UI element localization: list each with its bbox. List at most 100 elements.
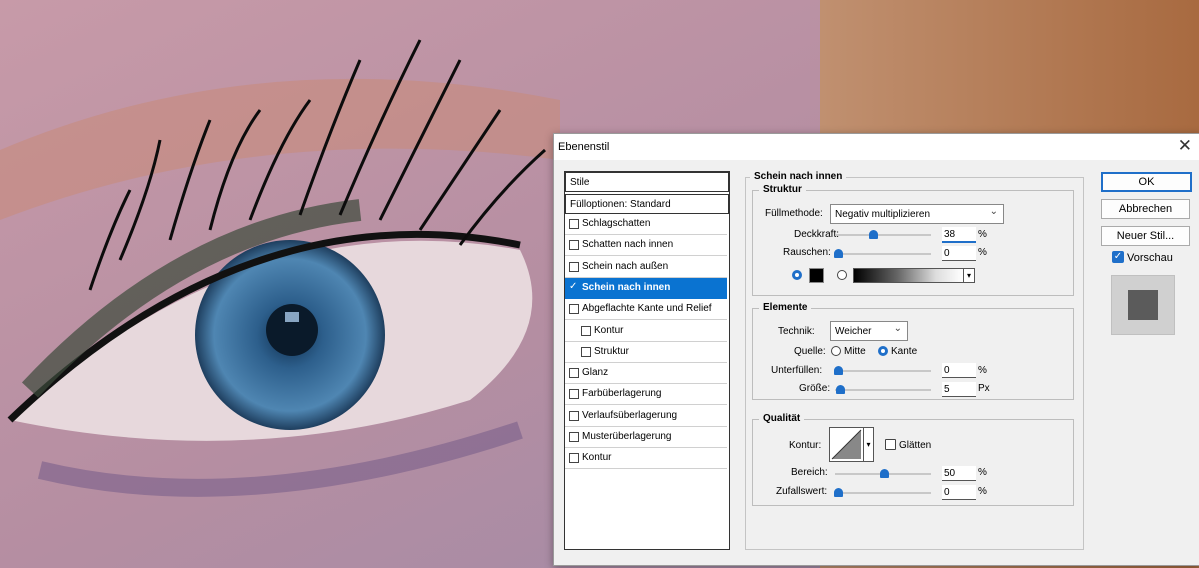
style-item-2[interactable]: Schatten nach innen <box>565 235 727 257</box>
size-slider-thumb[interactable] <box>835 385 845 394</box>
style-item-label: Farbüberlagerung <box>582 388 662 400</box>
range-label: Bereich: <box>791 467 828 478</box>
styles-list-header[interactable]: Stile <box>565 172 729 192</box>
inner-glow-title: Schein nach innen <box>750 171 847 182</box>
style-item-6[interactable]: Kontur <box>565 321 727 342</box>
opacity-slider-thumb[interactable] <box>868 230 878 239</box>
technique-select[interactable]: Weicher ⌄ <box>830 321 908 341</box>
style-checkbox[interactable] <box>569 261 579 272</box>
style-item-3[interactable]: Schein nach außen <box>565 257 727 278</box>
jitter-percent: % <box>978 486 987 497</box>
style-item-5[interactable]: Abgeflachte Kante und Relief <box>565 299 727 321</box>
style-item-label: Verlaufsüberlagerung <box>582 409 678 421</box>
glow-color-swatch[interactable] <box>809 268 824 283</box>
style-item-12[interactable]: Kontur <box>565 448 727 470</box>
style-item-11[interactable]: Musterüberlagerung <box>565 427 727 448</box>
gradient-radio[interactable] <box>837 270 847 280</box>
noise-label: Rauschen: <box>783 247 831 258</box>
source-label: Quelle: <box>794 346 826 357</box>
jitter-slider[interactable] <box>835 492 931 494</box>
style-item-label: Schlagschatten <box>582 218 651 229</box>
range-input[interactable] <box>942 466 976 481</box>
style-item-4[interactable]: ✓ Schein nach innen <box>565 277 727 299</box>
style-item-label: Schein nach außen <box>582 260 669 272</box>
new-style-button[interactable]: Neuer Stil... <box>1101 226 1190 246</box>
preview-label: Vorschau <box>1127 252 1173 264</box>
technique-label: Technik: <box>778 326 815 337</box>
opacity-slider[interactable] <box>835 234 931 236</box>
style-checkbox[interactable] <box>581 346 591 357</box>
source-edge-radio[interactable] <box>878 346 888 356</box>
preview-thumbnail <box>1111 275 1175 335</box>
gradient-picker[interactable] <box>853 268 964 283</box>
source-center-radio[interactable] <box>831 346 841 356</box>
jitter-slider-thumb[interactable] <box>834 488 843 497</box>
style-item-label: Kontur <box>594 324 624 336</box>
style-checkbox[interactable] <box>569 432 579 442</box>
range-slider-thumb[interactable] <box>880 469 889 478</box>
style-item-8[interactable]: Glanz <box>565 363 727 385</box>
jitter-label: Zufallswert: <box>776 486 828 497</box>
check-icon[interactable]: ✓ <box>569 281 577 292</box>
noise-input[interactable] <box>942 246 976 261</box>
size-slider[interactable] <box>835 389 931 391</box>
style-checkbox[interactable] <box>569 304 579 315</box>
source-edge-label: Kante <box>891 346 918 357</box>
chevron-down-icon: ⌄ <box>989 206 998 217</box>
style-item-label: Abgeflachte Kante und Relief <box>582 303 712 315</box>
blend-mode-label: Füllmethode: <box>765 208 823 219</box>
styles-list: Stile Fülloptionen: Standard Schlagschat… <box>564 171 730 550</box>
layer-style-dialog: Ebenenstil ✕ Stile Fülloptionen: Standar… <box>553 133 1199 566</box>
style-item-7[interactable]: Struktur <box>565 342 727 363</box>
cancel-button[interactable]: Abbrechen <box>1101 199 1190 219</box>
choke-slider-thumb[interactable] <box>834 366 843 375</box>
style-item-10[interactable]: Verlaufsüberlagerung <box>565 406 727 427</box>
fill-options-item[interactable]: Fülloptionen: Standard <box>565 194 729 214</box>
style-checkbox[interactable] <box>581 325 591 336</box>
chevron-down-icon: ⌄ <box>893 323 902 334</box>
contour-curve-icon <box>831 429 862 460</box>
opacity-label: Deckkraft: <box>794 229 840 240</box>
contour-dropdown-icon[interactable]: ▾ <box>863 427 874 462</box>
blend-mode-select[interactable]: Negativ multiplizieren ⌄ <box>830 204 1004 224</box>
style-item-label: Kontur <box>582 452 612 464</box>
size-input[interactable] <box>942 382 976 397</box>
style-item-label: Musterüberlagerung <box>582 431 672 442</box>
style-checkbox[interactable] <box>569 368 579 379</box>
noise-slider-thumb[interactable] <box>834 249 843 258</box>
antialias-label: Glätten <box>899 440 932 451</box>
structure-title: Struktur <box>759 184 806 195</box>
noise-slider[interactable] <box>835 253 931 255</box>
size-label: Größe: <box>799 383 831 394</box>
choke-input[interactable] <box>942 363 976 378</box>
preview-checkbox[interactable]: ✓ <box>1112 251 1124 263</box>
style-item-label: Schatten nach innen <box>582 239 674 251</box>
choke-slider[interactable] <box>835 370 931 372</box>
quality-title: Qualität <box>759 413 805 424</box>
style-checkbox[interactable] <box>569 219 579 229</box>
jitter-input[interactable] <box>942 485 976 500</box>
gradient-dropdown-icon[interactable]: ▾ <box>963 268 975 283</box>
style-checkbox[interactable] <box>569 240 579 251</box>
contour-label: Kontur: <box>789 440 822 451</box>
antialias-checkbox[interactable] <box>885 439 896 450</box>
size-unit: Px <box>978 383 990 394</box>
ok-button[interactable]: OK <box>1101 172 1192 192</box>
close-icon[interactable]: ✕ <box>1178 136 1192 156</box>
style-checkbox[interactable] <box>569 389 579 400</box>
style-checkbox[interactable] <box>569 410 579 421</box>
dialog-titlebar: Ebenenstil ✕ <box>554 134 1199 160</box>
style-item-9[interactable]: Farbüberlagerung <box>565 384 727 406</box>
style-item-label: Glanz <box>582 367 609 379</box>
color-radio[interactable] <box>792 270 802 280</box>
style-checkbox[interactable] <box>569 453 579 464</box>
style-item-label: Schein nach innen <box>582 281 671 293</box>
choke-percent: % <box>978 365 987 376</box>
choke-label: Unterfüllen: <box>771 365 823 376</box>
style-item-1[interactable]: Schlagschatten <box>565 214 727 235</box>
opacity-input[interactable] <box>942 227 976 243</box>
elements-title: Elemente <box>759 302 812 313</box>
range-percent: % <box>978 467 987 478</box>
contour-picker[interactable] <box>829 427 864 462</box>
opacity-percent: % <box>978 229 987 240</box>
